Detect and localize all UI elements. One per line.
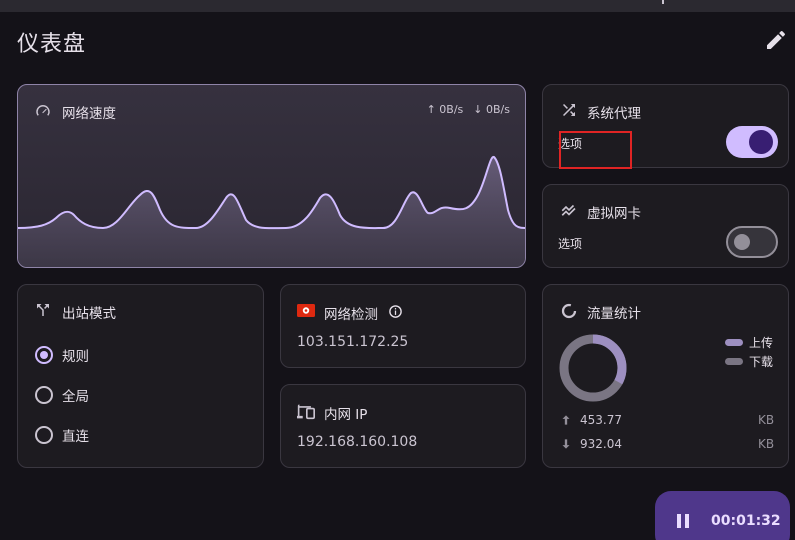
lan-ip-card: 内网 IP 192.168.160.108 — [280, 384, 526, 468]
window-top-bar — [0, 0, 795, 12]
pause-icon — [677, 514, 689, 528]
fork-icon — [37, 304, 49, 316]
virtual-nic-title: 虚拟网卡 — [587, 206, 641, 222]
legend-download-label: 下载 — [749, 355, 774, 369]
radio-button[interactable] — [35, 386, 53, 404]
trend-icon — [561, 204, 576, 216]
info-icon[interactable] — [388, 304, 403, 319]
devices-icon — [297, 404, 315, 420]
download-total: 932.04 — [580, 437, 622, 451]
radio-label: 直连 — [62, 429, 89, 445]
pause-timer-button[interactable]: 00:01:32 — [655, 491, 790, 540]
shuffle-icon — [563, 104, 575, 116]
legend-swatch — [725, 339, 743, 346]
traffic-stats-title: 流量统计 — [587, 306, 641, 322]
download-speed: ↓ 0B/s — [473, 103, 510, 116]
elapsed-time: 00:01:32 — [711, 513, 781, 529]
traffic-stats-card: 流量统计 上传 下载 453.77 KB 932.04 KB — [542, 284, 789, 468]
upload-speed: ↑ 0B/s — [426, 103, 464, 116]
speedometer-icon — [36, 105, 50, 116]
upload-unit: KB — [758, 413, 775, 427]
page-title: 仪表盘 — [17, 32, 87, 57]
lan-ip-value: 192.168.160.108 — [297, 434, 418, 450]
pencil-icon — [767, 30, 786, 49]
virtual-nic-option-label: 选项 — [558, 237, 583, 251]
network-check-card: 网络检测 103.151.172.25 — [280, 284, 526, 368]
outbound-mode-title: 出站模式 — [62, 306, 116, 322]
radio-button[interactable] — [35, 426, 53, 444]
lan-ip-title: 内网 IP — [324, 407, 368, 423]
legend-upload: 上传 — [725, 334, 773, 351]
network-speed-title: 网络速度 — [62, 106, 116, 122]
legend-upload-label: 上传 — [749, 336, 774, 350]
virtual-nic-card: 虚拟网卡 选项 — [542, 184, 789, 268]
system-proxy-title: 系统代理 — [587, 106, 641, 122]
radio-label: 全局 — [62, 389, 89, 405]
public-ip-value: 103.151.172.25 — [297, 334, 409, 350]
network-speed-card: 网络速度 ↑ 0B/s ↓ 0B/s — [17, 84, 526, 268]
traffic-donut-chart — [559, 334, 627, 402]
upload-total: 453.77 — [580, 413, 622, 427]
radio-direct[interactable]: 直连 — [35, 425, 89, 445]
radio-rule[interactable]: 规则 — [35, 345, 89, 365]
network-check-title: 网络检测 — [324, 307, 378, 323]
system-proxy-toggle[interactable] — [726, 126, 778, 158]
speed-area — [18, 156, 525, 267]
speed-stats: ↑ 0B/s ↓ 0B/s — [427, 103, 510, 116]
legend-download: 下载 — [725, 353, 773, 370]
arrow-down-icon — [562, 439, 570, 449]
radio-button[interactable] — [35, 346, 53, 364]
hk-flag-icon — [297, 304, 315, 317]
radio-label: 规则 — [62, 349, 89, 365]
selection-highlight — [559, 131, 632, 169]
edit-button[interactable] — [764, 28, 788, 52]
legend-swatch — [725, 358, 743, 365]
virtual-nic-toggle[interactable] — [726, 226, 778, 258]
radio-global[interactable]: 全局 — [35, 385, 89, 405]
download-unit: KB — [758, 437, 775, 451]
donut-icon — [561, 303, 577, 319]
arrow-up-icon — [562, 415, 570, 425]
